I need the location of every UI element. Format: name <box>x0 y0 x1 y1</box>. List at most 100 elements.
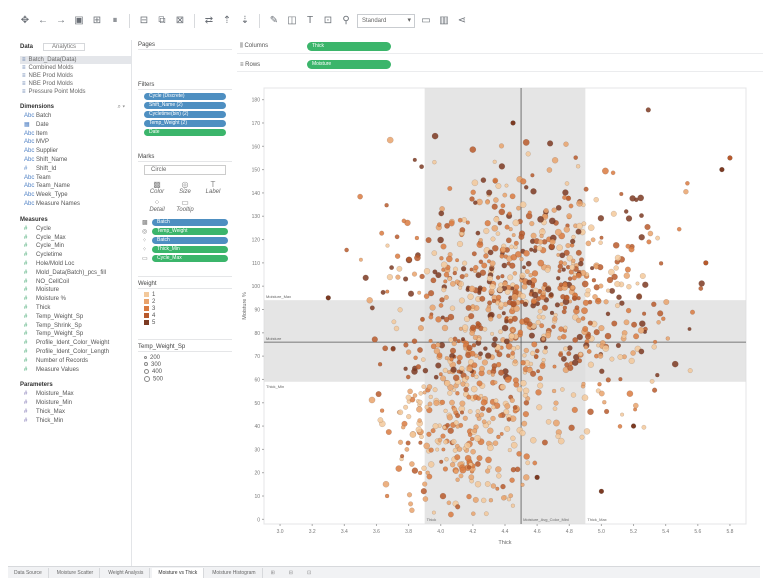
filter-pill[interactable]: Temp_Weight (2) <box>144 120 226 127</box>
clear-icon[interactable]: ⊠ <box>173 14 187 28</box>
dimension-field[interactable]: Abc Measure Names <box>20 200 131 209</box>
measure-field[interactable]: # Hole/Mold Loc <box>20 260 131 269</box>
scatter-plot-svg[interactable]: 1801701601501401301201101009080706050403… <box>238 82 754 552</box>
legend-item[interactable]: 1 <box>138 292 232 299</box>
dimension-field[interactable]: Abc MVP <box>20 138 131 147</box>
measure-field[interactable]: # Cycle_Max <box>20 234 131 243</box>
logo-icon[interactable]: ✥ <box>18 14 32 28</box>
new-dashboard-icon[interactable]: ⊟ <box>283 568 299 578</box>
size-button[interactable]: ◎ Size <box>172 180 198 196</box>
mark-pill[interactable]: Batch <box>152 237 228 244</box>
label-button[interactable]: T Label <box>200 180 226 196</box>
back-icon[interactable]: ← <box>36 14 50 28</box>
measure-field[interactable]: # Thick <box>20 304 131 313</box>
datasource-item[interactable]: ≡ Batch_Data(Data) <box>20 56 131 64</box>
measure-field[interactable]: # Cycle <box>20 225 131 234</box>
size-legend-item[interactable]: 400 <box>138 369 232 376</box>
dimension-field[interactable]: Abc Supplier <box>20 147 131 156</box>
sort-desc-icon[interactable]: ⇣ <box>238 14 252 28</box>
legend-item[interactable]: 4 <box>138 313 232 320</box>
sheet-tab-active[interactable]: Moisture vs Thick <box>152 567 205 578</box>
sheet-tab[interactable]: Weight Analysis <box>102 567 151 578</box>
mark-pill[interactable]: Thick_Min <box>152 246 228 253</box>
search-icon[interactable]: ⌕ ▾ <box>117 102 125 112</box>
measure-field[interactable]: # Temp_Weight_Sp <box>20 313 131 322</box>
size-legend-item[interactable]: 300 <box>138 362 232 369</box>
sheet-tab[interactable]: Moisture Histogram <box>206 567 263 578</box>
filter-pill[interactable]: Cycle (Discrete) <box>144 93 226 100</box>
parameter-field[interactable]: # Thick_Max <box>20 408 131 417</box>
forward-icon[interactable]: → <box>54 14 68 28</box>
dimension-field[interactable]: Abc Batch <box>20 112 131 121</box>
dimension-field[interactable]: ▦ Date <box>20 121 131 130</box>
fix-axes-icon[interactable]: ⊡ <box>321 14 335 28</box>
save-icon[interactable]: ▣ <box>72 14 86 28</box>
tab-data[interactable]: Data <box>20 44 33 50</box>
measure-field[interactable]: # Cycle_Min <box>20 242 131 251</box>
new-sheet-icon[interactable]: ⊞ <box>265 568 281 578</box>
datasource-item[interactable]: ≡ NBE Prod Molds <box>20 72 131 80</box>
mark-pill[interactable]: Batch <box>152 219 228 226</box>
measure-field[interactable]: # Number of Records <box>20 357 131 366</box>
dimension-field[interactable]: Abc Week_Type <box>20 191 131 200</box>
dimension-field[interactable]: Abc Team_Name <box>20 182 131 191</box>
mark-pill[interactable]: Temp_Weight <box>152 228 228 235</box>
color-button[interactable]: ▩ Color <box>144 180 170 196</box>
size-legend-item[interactable]: 500 <box>138 376 232 383</box>
datasource-item[interactable]: ≡ NBE Prod Molds <box>20 80 131 88</box>
parameter-field[interactable]: # Moisture_Max <box>20 390 131 399</box>
sort-asc-icon[interactable]: ⇡ <box>220 14 234 28</box>
mark-pill[interactable]: Cycle_Max <box>152 255 228 262</box>
filter-pill[interactable]: Cycletime(bin) (2) <box>144 111 226 118</box>
datasource-item[interactable]: ≡ Pressure Point Molds <box>20 88 131 96</box>
tooltip-button[interactable]: ▭ Tooltip <box>172 198 198 214</box>
measure-field[interactable]: # Moisture % <box>20 295 131 304</box>
legend-item[interactable]: 5 <box>138 320 232 327</box>
measure-field[interactable]: # Mold_Data(Batch)_pcs_fill <box>20 269 131 278</box>
chart-icon[interactable]: ▥ <box>437 14 451 28</box>
measure-field[interactable]: # Profile_Ident_Color_Length <box>20 348 131 357</box>
columns-shelf[interactable]: ⫼ Columns Thick <box>237 40 763 54</box>
pin-icon[interactable]: ⚲ <box>339 14 353 28</box>
legend-item[interactable]: 2 <box>138 299 232 306</box>
share-icon[interactable]: ⋖ <box>455 14 469 28</box>
rows-pill[interactable]: Moisture <box>307 60 391 69</box>
dimension-field[interactable]: # Shift_Id <box>20 165 131 174</box>
columns-pill[interactable]: Thick <box>307 42 391 51</box>
label-icon[interactable]: T <box>303 14 317 28</box>
scatter-chart[interactable]: 180 170 160 150 140 130 120 110 100 90 80 70 60 50 40 3… <box>238 82 754 552</box>
measure-field[interactable]: # Temp_Shrink_Sp <box>20 322 131 331</box>
filter-pill[interactable]: Shift_Name (2) <box>144 102 226 109</box>
measure-field[interactable]: # Moisture <box>20 286 131 295</box>
tab-data-source[interactable]: Data Source <box>8 567 49 578</box>
fit-select[interactable]: Standard <box>357 14 415 28</box>
pause-icon[interactable]: ⏸ <box>108 14 122 28</box>
dimension-field[interactable]: Abc Team <box>20 174 131 183</box>
measure-field[interactable]: # NO_CellCoil <box>20 278 131 287</box>
parameter-field[interactable]: # Moisture_Min <box>20 399 131 408</box>
rows-shelf[interactable]: ≡ Rows Moisture <box>237 58 763 72</box>
measure-field[interactable]: # Profile_Ident_Color_Weight <box>20 339 131 348</box>
measure-field[interactable]: # Cycletime <box>20 251 131 260</box>
swap-icon[interactable]: ⇄ <box>202 14 216 28</box>
detail-button[interactable]: ⁘ Detail <box>144 198 170 214</box>
parameter-field[interactable]: # Thick_Min <box>20 417 131 426</box>
new-sheet-icon[interactable]: ⊟ <box>137 14 151 28</box>
tab-analytics[interactable]: Analytics <box>43 43 86 51</box>
presentation-icon[interactable]: ▭ <box>419 14 433 28</box>
highlight-icon[interactable]: ✎ <box>267 14 281 28</box>
new-story-icon[interactable]: ⊡ <box>301 568 317 578</box>
datasource-item[interactable]: ≡ Combined Molds <box>20 64 131 72</box>
legend-item[interactable]: 3 <box>138 306 232 313</box>
size-legend-item[interactable]: 200 <box>138 355 232 362</box>
pages-card[interactable]: Pages <box>138 40 232 76</box>
dimension-field[interactable]: Abc Item <box>20 130 131 139</box>
new-datasource-icon[interactable]: ⊞ <box>90 14 104 28</box>
mark-type-select[interactable]: Circle <box>144 165 226 175</box>
sheet-tab[interactable]: Moisture Scatter <box>51 567 101 578</box>
filter-pill[interactable]: Date <box>144 129 226 136</box>
measure-field[interactable]: # Measure Values <box>20 366 131 375</box>
dimension-field[interactable]: Abc Shift_Name <box>20 156 131 165</box>
group-icon[interactable]: ◫ <box>285 14 299 28</box>
measure-field[interactable]: # Temp_Weight_Sp <box>20 330 131 339</box>
